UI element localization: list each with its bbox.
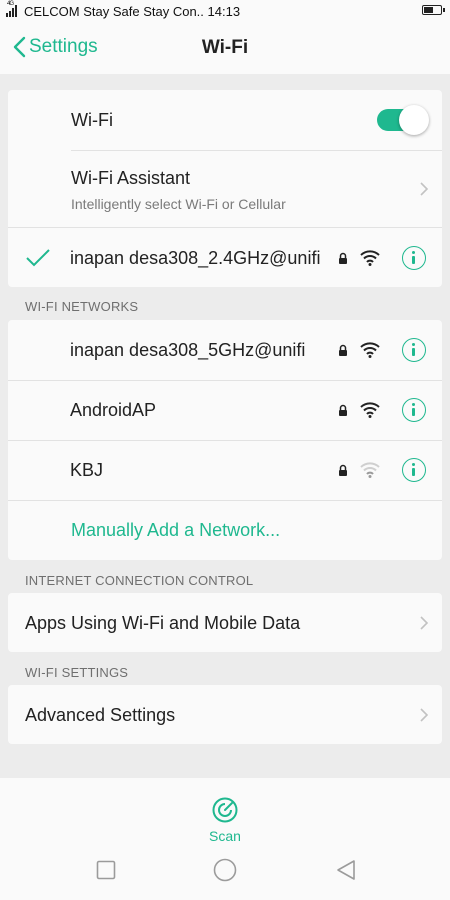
status-bar: 4G CELCOM Stay Safe Stay Con.. 14:13 — [0, 0, 450, 24]
network-row-0[interactable]: inapan desa308_5GHz@unifi — [8, 320, 442, 380]
connected-network-row[interactable]: inapan desa308_2.4GHz@unifi — [8, 228, 442, 287]
scan-label: Scan — [209, 828, 241, 844]
chevron-right-icon — [420, 182, 429, 196]
info-icon[interactable] — [402, 458, 426, 482]
back-nav-icon[interactable] — [336, 859, 356, 881]
apps-using-wifi-label: Apps Using Wi-Fi and Mobile Data — [25, 613, 301, 633]
apps-using-wifi-row[interactable]: Apps Using Wi-Fi and Mobile Data — [8, 593, 442, 652]
lock-icon — [339, 344, 347, 356]
chevron-right-icon — [420, 708, 429, 722]
home-icon[interactable] — [213, 858, 237, 882]
wifi-toggle-row: Wi-Fi — [8, 90, 442, 150]
manually-add-network-link[interactable]: Manually Add a Network... — [8, 501, 442, 560]
wifi-toggle[interactable] — [377, 105, 429, 135]
network-name: AndroidAP — [70, 400, 157, 420]
radar-scan-icon — [212, 797, 238, 823]
wifi-settings-card: Advanced Settings — [8, 685, 442, 744]
section-header-wifi-settings: WI-FI SETTINGS — [25, 665, 129, 680]
info-icon[interactable] — [402, 398, 426, 422]
wifi-signal-icon — [360, 250, 380, 266]
network-type-label: 4G — [7, 1, 14, 7]
network-name: KBJ — [70, 460, 104, 480]
info-icon[interactable] — [402, 246, 426, 270]
internet-control-card: Apps Using Wi-Fi and Mobile Data — [8, 593, 442, 652]
lock-icon — [339, 404, 347, 416]
wifi-signal-icon — [360, 342, 380, 358]
network-row-2[interactable]: KBJ — [8, 441, 442, 500]
wifi-assistant-title: Wi-Fi Assistant — [71, 168, 191, 188]
advanced-settings-row[interactable]: Advanced Settings — [8, 685, 442, 744]
lock-icon — [339, 252, 347, 264]
carrier-and-time: CELCOM Stay Safe Stay Con.. 14:13 — [24, 4, 241, 19]
wifi-signal-icon — [360, 402, 380, 418]
info-icon[interactable] — [402, 338, 426, 362]
wifi-assistant-row[interactable]: Wi-Fi Assistant Intelligently select Wi-… — [8, 151, 442, 227]
checkmark-icon — [26, 249, 50, 267]
back-label: Settings — [29, 36, 98, 57]
section-header-wifi-networks: WI-FI NETWORKS — [25, 299, 139, 314]
wifi-label: Wi-Fi — [71, 110, 113, 130]
bottom-bar: Scan — [0, 778, 450, 900]
section-header-internet-control: INTERNET CONNECTION CONTROL — [25, 573, 254, 588]
advanced-settings-label: Advanced Settings — [25, 705, 176, 725]
toggle-knob — [399, 105, 429, 135]
wifi-assistant-subtitle: Intelligently select Wi-Fi or Cellular — [71, 196, 286, 212]
recent-apps-icon[interactable] — [96, 860, 116, 880]
chevron-right-icon — [420, 616, 429, 630]
top-nav-bar: Settings Wi-Fi — [0, 24, 450, 74]
lock-icon — [339, 464, 347, 476]
manually-add-network-label: Manually Add a Network... — [71, 520, 281, 540]
network-name: inapan desa308_5GHz@unifi — [70, 340, 306, 360]
battery-icon — [422, 5, 445, 15]
wifi-signal-weak-icon — [360, 462, 380, 478]
wifi-networks-card: inapan desa308_5GHz@unifi AndroidAP KBJ … — [8, 320, 442, 560]
wifi-card: Wi-Fi Wi-Fi Assistant Intelligently sele… — [8, 90, 442, 287]
chevron-left-icon — [13, 36, 26, 58]
connected-network-name: inapan desa308_2.4GHz@unifi — [70, 248, 321, 268]
scan-button[interactable]: Scan — [195, 788, 255, 848]
network-row-1[interactable]: AndroidAP — [8, 381, 442, 440]
back-button[interactable]: Settings — [12, 36, 98, 58]
